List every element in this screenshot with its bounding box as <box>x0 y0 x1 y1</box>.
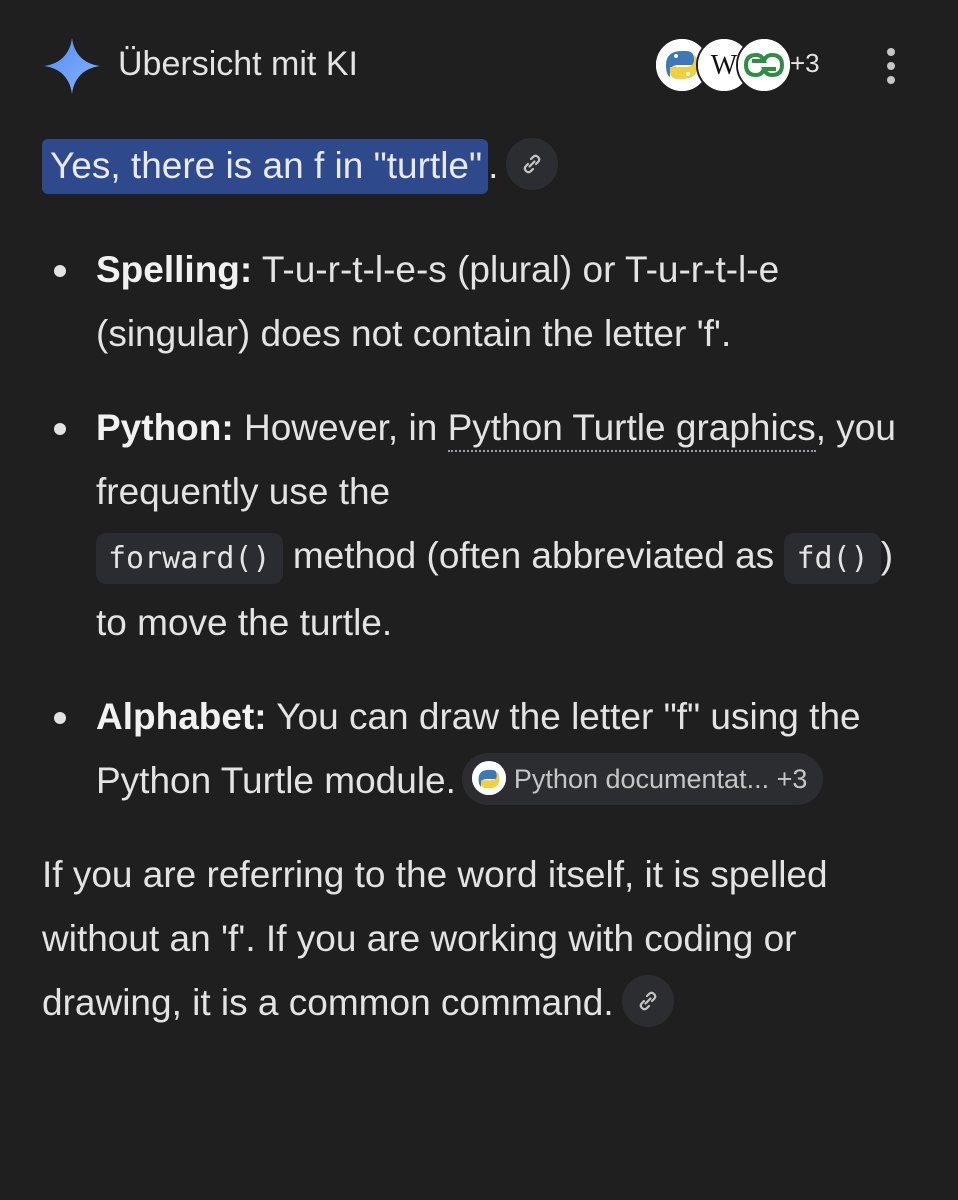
closing-text: If you are referring to the word itself,… <box>42 854 828 1023</box>
citation-link-button[interactable] <box>621 975 674 1028</box>
list-item: Spelling: T-u-r-t-l-e-s (plural) or T-u-… <box>42 238 922 366</box>
list-item: Python: However, in Python Turtle graphi… <box>42 396 922 655</box>
link-icon <box>524 154 541 174</box>
answer-lead: Yes, there is an f in "turtle". <box>42 134 922 198</box>
bullet-dot <box>54 712 66 724</box>
svg-text:W: W <box>711 50 738 81</box>
python-turtle-graphics-link[interactable]: Python Turtle graphics <box>447 407 816 452</box>
bullet-text: However, in <box>233 407 448 448</box>
bullet-dot <box>54 265 66 277</box>
source-avatars[interactable]: W +3 <box>654 37 854 93</box>
code-forward: forward() <box>96 533 283 584</box>
link-icon <box>639 991 657 1011</box>
more-sources-count: +3 <box>790 48 820 78</box>
python-logo-icon <box>471 761 506 796</box>
bullet-label: Alphabet: <box>96 696 267 737</box>
bullet-text: method (often abbreviated as <box>282 535 785 576</box>
ai-overview-header: Übersicht mit KI W +3 <box>0 0 958 128</box>
code-fd: fd() <box>784 533 881 584</box>
bullet-label: Python: <box>96 407 234 448</box>
more-options-icon[interactable] <box>874 44 908 88</box>
ai-overview-body: Yes, there is an f in "turtle". Spelling… <box>42 134 922 1035</box>
source-chip-python-docs[interactable]: Python documentat... +3 <box>461 753 824 806</box>
gemini-sparkle-icon <box>44 38 100 94</box>
answer-closing: If you are referring to the word itself,… <box>42 843 922 1035</box>
answer-lead-tail: . <box>488 145 499 186</box>
ai-overview-title: Übersicht mit KI <box>118 45 358 83</box>
geeksforgeeks-logo-icon <box>736 37 792 93</box>
highlighted-answer[interactable]: Yes, there is an f in "turtle" <box>42 139 489 194</box>
bullet-dot <box>54 423 66 435</box>
bullet-label: Spelling: <box>96 249 253 290</box>
citation-link-button[interactable] <box>506 138 559 191</box>
answer-bullet-list: Spelling: T-u-r-t-l-e-s (plural) or T-u-… <box>42 238 922 813</box>
list-item: Alphabet: You can draw the letter "f" us… <box>42 685 922 813</box>
source-chip-label: Python documentat... +3 <box>513 764 808 795</box>
